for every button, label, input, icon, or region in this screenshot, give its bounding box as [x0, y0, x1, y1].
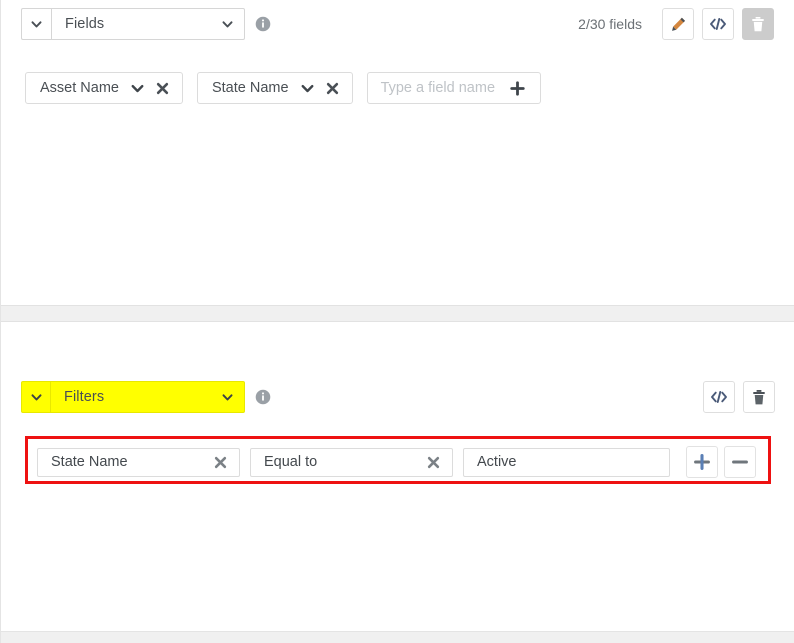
filter-row: State Name Equal to Active — [37, 446, 756, 478]
info-icon[interactable] — [255, 389, 271, 405]
field-chip-label: Asset Name — [40, 80, 119, 96]
trash-icon — [750, 16, 766, 33]
filters-collapse-toggle[interactable] — [21, 381, 51, 413]
chevron-down-icon[interactable] — [301, 82, 314, 95]
fields-dropdown-label: Fields — [65, 16, 104, 32]
filters-dropdown-label: Filters — [64, 389, 104, 405]
filter-operator-value: Equal to — [264, 454, 317, 470]
plus-icon[interactable] — [510, 81, 525, 96]
filter-field-selector[interactable]: State Name — [37, 448, 240, 477]
chevron-down-icon — [222, 392, 233, 403]
fields-section-header: Fields 2/30 fields — [1, 0, 794, 48]
remove-filter-button[interactable] — [724, 446, 756, 478]
fields-count-label: 2/30 fields — [578, 16, 642, 32]
delete-fields-button — [742, 8, 774, 40]
fields-toolbar: 2/30 fields — [578, 8, 774, 40]
new-field-input-wrapper[interactable]: Type a field name — [367, 72, 541, 104]
filters-type-dropdown[interactable]: Filters — [51, 381, 245, 413]
code-brackets-icon — [710, 389, 728, 405]
filter-operator-selector[interactable]: Equal to — [250, 448, 453, 477]
filters-code-view-button[interactable] — [703, 381, 735, 413]
info-icon[interactable] — [255, 16, 271, 32]
section-divider — [1, 305, 794, 322]
minus-icon — [732, 454, 748, 470]
chevron-down-icon[interactable] — [131, 82, 144, 95]
field-chip-label: State Name — [212, 80, 289, 96]
footer-band — [1, 631, 794, 643]
filters-toolbar — [703, 381, 775, 413]
field-chip-state-name[interactable]: State Name — [197, 72, 353, 104]
close-icon[interactable] — [156, 82, 169, 95]
filters-section-header: Filters — [1, 370, 794, 418]
new-field-placeholder: Type a field name — [381, 80, 495, 96]
filters-group-selector[interactable]: Filters — [21, 381, 245, 413]
fields-chips-row: Asset Name State Name Type a field nam — [25, 72, 541, 104]
delete-filters-button[interactable] — [743, 381, 775, 413]
close-icon[interactable] — [427, 456, 440, 469]
chevron-down-icon — [31, 19, 42, 30]
fields-group-selector[interactable]: Fields — [21, 8, 245, 40]
trash-icon — [751, 389, 767, 406]
filter-field-value: State Name — [51, 454, 128, 470]
add-filter-button[interactable] — [686, 446, 718, 478]
chevron-down-icon — [31, 392, 42, 403]
fields-collapse-toggle[interactable] — [21, 8, 51, 40]
filter-value-text: Active — [477, 454, 517, 470]
plus-icon — [694, 454, 710, 470]
close-icon[interactable] — [326, 82, 339, 95]
filter-value-input[interactable]: Active — [463, 448, 670, 477]
pencil-icon — [670, 16, 687, 33]
close-icon[interactable] — [214, 456, 227, 469]
fields-type-dropdown[interactable]: Fields — [51, 8, 245, 40]
chevron-down-icon — [222, 19, 233, 30]
field-chip-asset-name[interactable]: Asset Name — [25, 72, 183, 104]
query-builder-panel: Fields 2/30 fields — [0, 0, 794, 643]
fields-code-view-button[interactable] — [702, 8, 734, 40]
fields-section: Fields 2/30 fields — [1, 0, 794, 48]
code-brackets-icon — [709, 16, 727, 32]
edit-fields-button[interactable] — [662, 8, 694, 40]
